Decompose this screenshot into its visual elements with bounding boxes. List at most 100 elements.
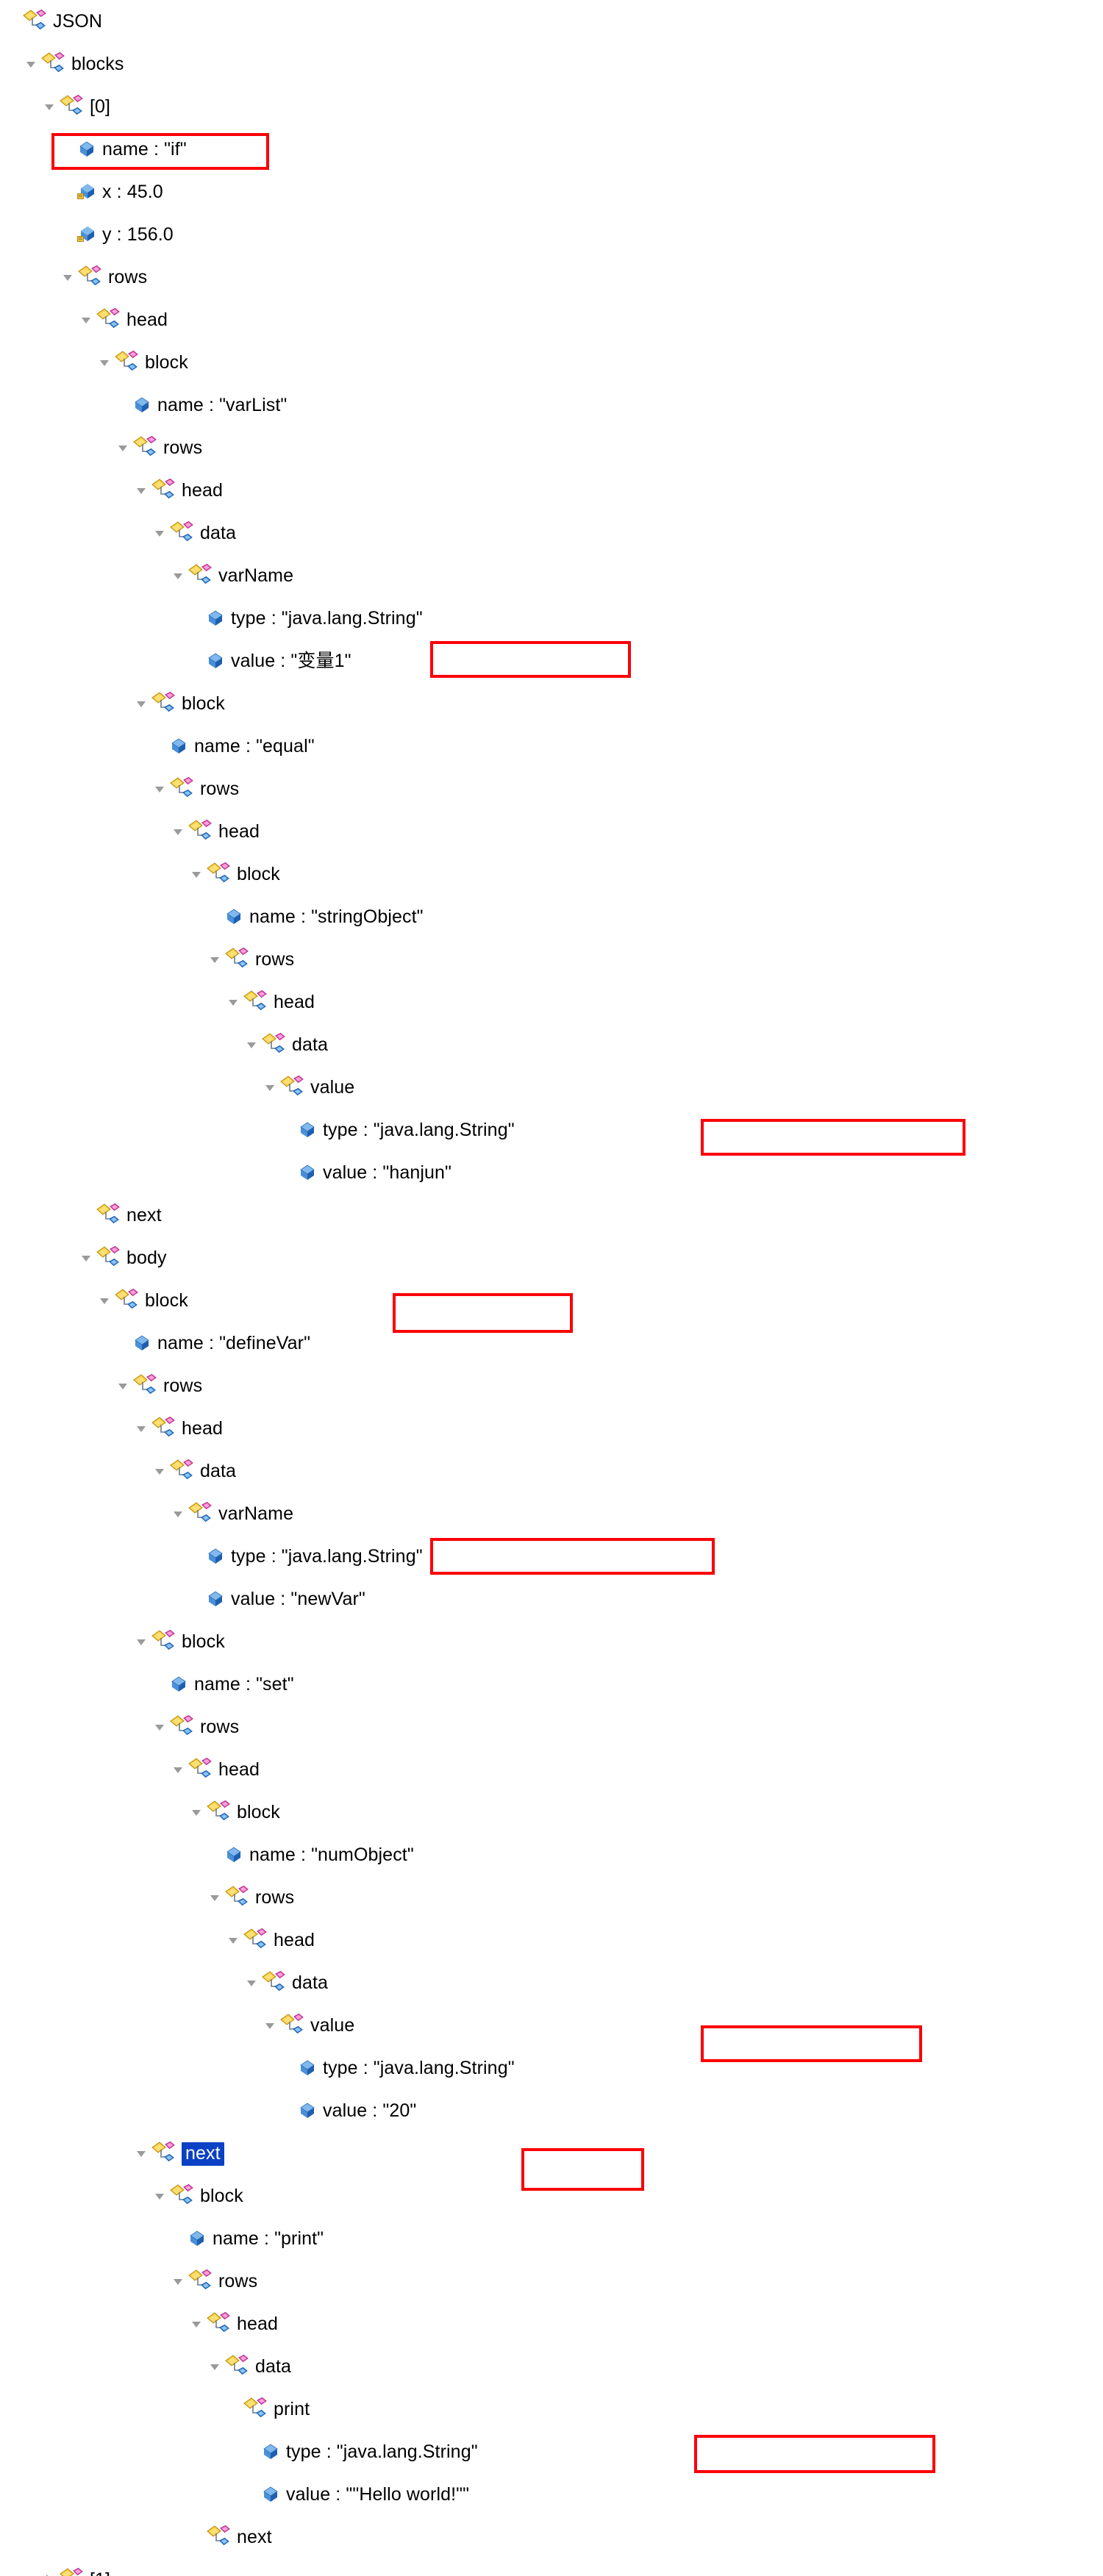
tree-row[interactable]: head xyxy=(0,1407,1103,1450)
chevron-right-icon[interactable] xyxy=(40,2570,59,2576)
tree-row[interactable]: value : "变量1" xyxy=(0,640,1103,682)
chevron-down-icon[interactable] xyxy=(95,353,114,372)
tree-row[interactable]: type : "java.lang.String" xyxy=(0,1109,1103,1151)
json-tree-viewer[interactable]: JSON blocks [0] name : "if" x : 45.0 y : 156.… xyxy=(0,0,1103,2576)
chevron-down-icon[interactable] xyxy=(150,2186,169,2205)
tree-row[interactable]: head xyxy=(0,469,1103,512)
tree-row[interactable]: name : "numObject" xyxy=(0,1833,1103,1876)
tree-row[interactable]: value : "newVar" xyxy=(0,1578,1103,1620)
tree-row[interactable]: head xyxy=(0,2303,1103,2345)
tree-row[interactable]: name : "if" xyxy=(0,128,1103,171)
tree-row[interactable]: rows xyxy=(0,426,1103,469)
tree-row[interactable]: name : "defineVar" xyxy=(0,1322,1103,1364)
tree-row[interactable]: next xyxy=(0,2132,1103,2175)
tree-row[interactable]: name : "print" xyxy=(0,2217,1103,2260)
chevron-down-icon[interactable] xyxy=(242,1035,261,1054)
tree-row[interactable]: next xyxy=(0,1194,1103,1237)
chevron-down-icon[interactable] xyxy=(260,2016,279,2035)
tree-row[interactable]: type : "java.lang.String" xyxy=(0,597,1103,640)
chevron-down-icon[interactable] xyxy=(150,779,169,798)
tree-row[interactable]: block xyxy=(0,853,1103,895)
chevron-down-icon[interactable] xyxy=(260,1078,279,1097)
tree-row[interactable]: rows xyxy=(0,2260,1103,2303)
chevron-down-icon[interactable] xyxy=(21,54,40,74)
chevron-down-icon[interactable] xyxy=(113,438,132,457)
tree-row[interactable]: head xyxy=(0,981,1103,1023)
chevron-down-icon[interactable] xyxy=(132,694,151,713)
tree-row[interactable]: body xyxy=(0,1237,1103,1279)
json-object-icon xyxy=(169,520,194,545)
tree-row[interactable]: rows xyxy=(0,938,1103,981)
tree-row[interactable]: JSON xyxy=(0,0,1103,43)
tree-row[interactable]: block xyxy=(0,2175,1103,2217)
tree-row[interactable]: type : "java.lang.String" xyxy=(0,2430,1103,2473)
tree-row[interactable]: head xyxy=(0,810,1103,853)
tree-row[interactable]: head xyxy=(0,1919,1103,1961)
chevron-down-icon[interactable] xyxy=(40,97,59,116)
chevron-down-icon[interactable] xyxy=(76,1248,96,1267)
chevron-down-icon[interactable] xyxy=(113,1376,132,1395)
tree-row[interactable]: data xyxy=(0,2345,1103,2388)
tree-row[interactable]: block xyxy=(0,1791,1103,1833)
chevron-down-icon[interactable] xyxy=(132,2144,151,2163)
tree-row[interactable]: rows xyxy=(0,256,1103,298)
chevron-down-icon[interactable] xyxy=(150,1461,169,1481)
tree-row[interactable]: data xyxy=(0,1961,1103,2004)
tree-row[interactable]: value xyxy=(0,1066,1103,1109)
tree-row[interactable]: data xyxy=(0,512,1103,554)
tree-row[interactable]: rows xyxy=(0,1876,1103,1919)
chevron-down-icon[interactable] xyxy=(132,481,151,500)
tree-row[interactable]: x : 45.0 xyxy=(0,171,1103,213)
tree-row[interactable]: block xyxy=(0,1620,1103,1663)
tree-row[interactable]: type : "java.lang.String" xyxy=(0,1535,1103,1578)
chevron-down-icon[interactable] xyxy=(168,2272,188,2291)
chevron-down-icon[interactable] xyxy=(205,2357,224,2376)
chevron-down-icon[interactable] xyxy=(224,1931,243,1950)
chevron-down-icon[interactable] xyxy=(168,1504,188,1523)
tree-row[interactable]: head xyxy=(0,298,1103,341)
chevron-down-icon[interactable] xyxy=(132,1419,151,1438)
chevron-down-icon[interactable] xyxy=(205,1888,224,1907)
tree-row[interactable]: blocks xyxy=(0,43,1103,85)
chevron-down-icon[interactable] xyxy=(205,950,224,969)
tree-row[interactable]: next xyxy=(0,2516,1103,2558)
tree-row[interactable]: type : "java.lang.String" xyxy=(0,2047,1103,2089)
tree-row[interactable]: data xyxy=(0,1450,1103,1492)
chevron-down-icon[interactable] xyxy=(132,1632,151,1651)
chevron-down-icon[interactable] xyxy=(76,310,96,329)
tree-row[interactable]: varName xyxy=(0,1492,1103,1535)
tree-row[interactable]: name : "stringObject" xyxy=(0,895,1103,938)
tree-row[interactable]: head xyxy=(0,1748,1103,1791)
chevron-down-icon[interactable] xyxy=(58,268,77,287)
tree-row[interactable]: rows xyxy=(0,1706,1103,1748)
tree-row[interactable]: print xyxy=(0,2388,1103,2430)
chevron-down-icon[interactable] xyxy=(95,1291,114,1310)
chevron-down-icon[interactable] xyxy=(150,1717,169,1736)
tree-row[interactable]: value : "hanjun" xyxy=(0,1151,1103,1194)
tree-row[interactable]: name : "equal" xyxy=(0,725,1103,768)
chevron-down-icon[interactable] xyxy=(168,566,188,585)
chevron-down-icon[interactable] xyxy=(187,865,206,884)
chevron-down-icon[interactable] xyxy=(187,2314,206,2333)
tree-row[interactable]: [1] xyxy=(0,2558,1103,2576)
tree-row[interactable]: value : ""Hello world!"" xyxy=(0,2473,1103,2516)
tree-row[interactable]: name : "varList" xyxy=(0,384,1103,426)
tree-row[interactable]: block xyxy=(0,341,1103,384)
tree-row[interactable]: name : "set" xyxy=(0,1663,1103,1706)
tree-row[interactable]: value : "20" xyxy=(0,2089,1103,2132)
chevron-down-icon[interactable] xyxy=(168,1760,188,1779)
tree-row[interactable]: block xyxy=(0,1279,1103,1322)
tree-row[interactable]: value xyxy=(0,2004,1103,2047)
chevron-down-icon[interactable] xyxy=(242,1973,261,1992)
chevron-down-icon[interactable] xyxy=(150,523,169,543)
chevron-down-icon[interactable] xyxy=(168,822,188,841)
tree-row[interactable]: data xyxy=(0,1023,1103,1066)
tree-row[interactable]: rows xyxy=(0,768,1103,810)
chevron-down-icon[interactable] xyxy=(224,992,243,1012)
tree-row[interactable]: y : 156.0 xyxy=(0,213,1103,256)
tree-row[interactable]: rows xyxy=(0,1364,1103,1407)
tree-row[interactable]: [0] xyxy=(0,85,1103,128)
chevron-down-icon[interactable] xyxy=(187,1803,206,1822)
tree-row[interactable]: block xyxy=(0,682,1103,725)
tree-row[interactable]: varName xyxy=(0,554,1103,597)
